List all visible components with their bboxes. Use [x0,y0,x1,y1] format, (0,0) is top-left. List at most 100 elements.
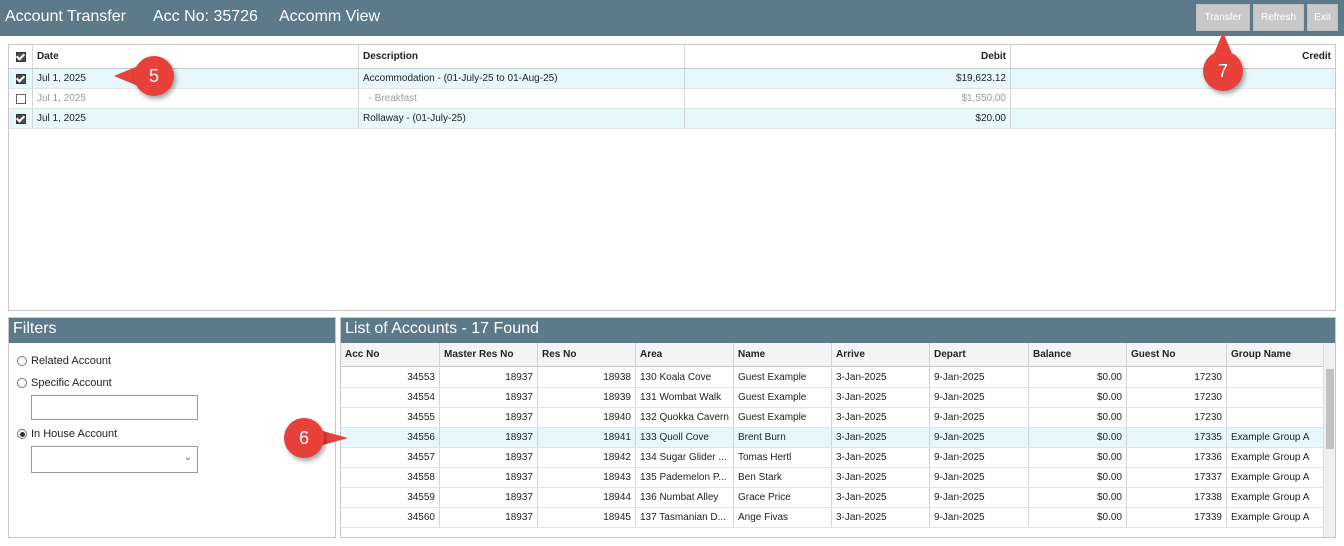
column-header-guest-no[interactable]: Guest No [1127,343,1227,366]
specific-account-radio[interactable] [17,378,27,388]
account-depart: 9-Jan-2025 [930,468,1029,487]
account-guest-name: Guest Example [734,388,832,407]
column-header-res-no[interactable]: Res No [538,343,636,366]
in-house-account-select[interactable]: ⌄ [31,446,198,473]
account-arrive: 3-Jan-2025 [832,448,930,467]
account-arrive: 3-Jan-2025 [832,368,930,387]
account-acc-no: 34556 [341,428,440,447]
account-row[interactable]: 34555 18937 18940 132 Quokka Cavern Guest Ex… [341,408,1324,428]
accounts-rows: 34553 18937 18938 130 Koala Cove Guest Examp… [341,368,1324,537]
column-header-debit[interactable]: Debit [685,45,1011,68]
transaction-debit: $1,550.00 [685,89,1011,108]
in-house-account-radio[interactable] [17,429,27,439]
account-master-res-no: 18937 [440,388,538,407]
account-row[interactable]: 34558 18937 18943 135 Pademelon P... Ben Sta… [341,468,1324,488]
row-checkbox[interactable] [15,113,26,124]
account-area: 132 Quokka Cavern [636,408,734,427]
account-area: 136 Numbat Alley [636,488,734,507]
related-account-option[interactable]: Related Account [17,355,111,367]
account-master-res-no: 18937 [440,508,538,527]
account-row[interactable]: 34560 18937 18945 137 Tasmanian D... Ange Fi… [341,508,1324,528]
account-balance: $0.00 [1029,488,1127,507]
transaction-row[interactable]: Jul 1, 2025 Rollaway - (01-July-25) $20.… [9,109,1335,129]
transaction-row[interactable]: Jul 1, 2025 Accommodation - (01-July-25 … [9,69,1335,89]
filters-title: Filters [9,318,335,343]
select-all-cell [9,45,33,68]
account-res-no: 18940 [538,408,636,427]
transaction-row[interactable]: Jul 1, 2025 - Breakfast $1,550.00 [9,89,1335,109]
column-header-arrive[interactable]: Arrive [832,343,930,366]
account-group-name: Example Group A [1231,512,1310,523]
transfer-button[interactable]: Transfer [1196,4,1250,31]
account-row[interactable]: 34557 18937 18942 134 Sugar Glider ... Tomas… [341,448,1324,468]
specific-account-option[interactable]: Specific Account [17,377,112,389]
column-header-name[interactable]: Name [734,343,832,366]
account-row[interactable]: 34556 18937 18941 133 Quoll Cove Brent Burn 3… [341,428,1324,448]
account-guest-name: Guest Example [734,368,832,387]
account-acc-no: 34560 [341,508,440,527]
column-header-group-name[interactable]: Group Name [1227,343,1324,366]
account-arrive: 3-Jan-2025 [832,508,930,527]
account-arrive: 3-Jan-2025 [832,388,930,407]
callout-5-marker: 5 [134,56,174,96]
account-group-name: Example Group A [1231,432,1310,443]
transaction-credit [1011,89,1335,108]
account-balance: $0.00 [1029,388,1127,407]
account-guest-name: Guest Example [734,408,832,427]
account-row[interactable]: 34553 18937 18938 130 Koala Cove Guest Examp… [341,368,1324,388]
account-group-name [1227,368,1324,387]
column-header-acc-no[interactable]: Acc No [341,343,440,366]
transaction-date: Jul 1, 2025 [33,69,359,88]
account-res-no: 18943 [538,468,636,487]
account-number: Acc No: 35726 [153,8,258,25]
column-header-credit[interactable]: Credit [1011,45,1335,68]
account-guest-name: Tomas Hertl [734,448,832,467]
account-acc-no: 34559 [341,488,440,507]
column-header-area[interactable]: Area [636,343,734,366]
scrollbar-thumb[interactable] [1326,369,1334,449]
account-depart: 9-Jan-2025 [930,448,1029,467]
account-depart: 9-Jan-2025 [930,368,1029,387]
account-master-res-no: 18937 [440,488,538,507]
accounts-scrollbar[interactable] [1323,343,1335,537]
column-header-master-res-no[interactable]: Master Res No [440,343,538,366]
specific-account-input[interactable] [31,395,198,420]
account-balance: $0.00 [1029,468,1127,487]
account-area: 130 Koala Cove [636,368,734,387]
account-guest-no: 17230 [1127,408,1227,427]
related-account-radio[interactable] [17,356,27,366]
callout-6-marker: 6 [284,418,324,458]
account-balance: $0.00 [1029,428,1127,447]
column-header-date[interactable]: Date [33,45,359,68]
select-all-checkbox[interactable] [15,51,26,62]
account-res-no: 18942 [538,448,636,467]
account-acc-no: 34555 [341,408,440,427]
account-guest-name: Ben Stark [734,468,832,487]
row-checkbox[interactable] [15,73,26,84]
exit-button[interactable]: Exit [1307,4,1338,31]
account-res-no: 18941 [538,428,636,447]
row-checkbox[interactable] [15,93,26,104]
transaction-description: Accommodation - (01-July-25 to 01-Aug-25… [359,69,685,88]
account-group-name [1227,388,1324,407]
column-header-depart[interactable]: Depart [930,343,1029,366]
column-header-balance[interactable]: Balance [1029,343,1127,366]
account-guest-no: 17338 [1127,488,1227,507]
account-res-no: 18939 [538,388,636,407]
refresh-button[interactable]: Refresh [1253,4,1304,31]
account-area: 133 Quoll Cove [636,428,734,447]
account-master-res-no: 18937 [440,428,538,447]
transaction-date: Jul 1, 2025 [33,109,359,128]
account-master-res-no: 18937 [440,368,538,387]
account-acc-no: 34557 [341,448,440,467]
callout-7-marker: 7 [1203,51,1243,91]
account-arrive: 3-Jan-2025 [832,408,930,427]
column-header-description[interactable]: Description [359,45,685,68]
account-area: 131 Wombat Walk [636,388,734,407]
accounts-panel: List of Accounts - 17 Found Acc No Maste… [340,317,1336,538]
account-row[interactable]: 34559 18937 18944 136 Numbat Alley Grace Pri… [341,488,1324,508]
account-row[interactable]: 34554 18937 18939 131 Wombat Walk Guest Exam… [341,388,1324,408]
in-house-account-label: In House Account [31,428,118,440]
in-house-account-option[interactable]: In House Account [17,428,117,440]
transaction-description: - Breakfast [359,89,685,108]
